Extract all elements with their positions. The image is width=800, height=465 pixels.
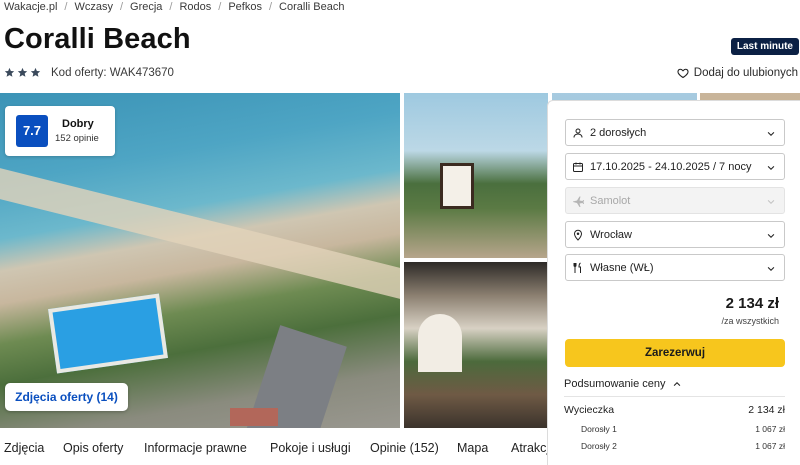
summary-value: 1 067 zł xyxy=(755,424,785,434)
summary-value: 1 067 zł xyxy=(755,441,785,451)
summary-row-trip: Wycieczka 2 134 zł xyxy=(564,404,785,416)
breadcrumb-item[interactable]: Wczasy xyxy=(74,1,113,13)
summary-label: Dorosły 1 xyxy=(581,424,617,434)
price-summary-label: Podsumowanie ceny xyxy=(564,378,666,390)
chevron-down-icon xyxy=(767,165,775,171)
heart-icon xyxy=(677,68,689,79)
breadcrumb-separator: / xyxy=(169,1,173,13)
cutlery-icon xyxy=(573,262,581,273)
summary-value: 2 134 zł xyxy=(748,404,785,416)
summary-divider xyxy=(564,396,785,397)
photo-cabana xyxy=(440,163,474,209)
breadcrumb-separator: / xyxy=(64,1,68,13)
total-price: 2 134 zł xyxy=(725,295,779,312)
star-icon xyxy=(30,67,41,77)
photo-pool xyxy=(48,293,168,374)
summary-row-adult-1: Dorosły 1 1 067 zł xyxy=(564,424,785,434)
tab-map[interactable]: Mapa xyxy=(457,441,488,455)
breadcrumb-item[interactable]: Wakacje.pl xyxy=(4,1,57,13)
summary-row-adult-2: Dorosły 2 1 067 zł xyxy=(564,441,785,451)
chevron-up-icon xyxy=(673,381,680,387)
dates-value: 17.10.2025 - 24.10.2025 / 7 nocy xyxy=(590,161,752,173)
calendar-icon xyxy=(573,162,583,172)
tab-rooms-services[interactable]: Pokoje i usługi xyxy=(270,441,351,455)
transport-value: Samolot xyxy=(590,195,631,207)
breadcrumb-current: Coralli Beach xyxy=(279,1,345,13)
tab-reviews[interactable]: Opinie (152) xyxy=(370,441,439,455)
rating-card[interactable]: 7.7 Dobry 152 opinie xyxy=(5,106,115,156)
rating-score: 7.7 xyxy=(16,115,48,147)
travelers-select[interactable]: 2 dorosłych xyxy=(565,119,785,146)
favorites-label: Dodaj do ulubionych xyxy=(693,67,798,79)
departure-value: Wrocław xyxy=(590,229,632,241)
reserve-button[interactable]: Zarezerwuj xyxy=(565,339,785,367)
chevron-down-icon xyxy=(767,266,775,272)
star-icon xyxy=(17,67,28,77)
breadcrumb-item[interactable]: Grecja xyxy=(130,1,162,13)
rating-label: Dobry xyxy=(62,118,94,130)
star-rating xyxy=(4,67,41,78)
location-pin-icon xyxy=(573,229,583,241)
breadcrumb-separator: / xyxy=(218,1,222,13)
plane-icon xyxy=(573,196,584,207)
offer-code: Kod oferty: WAK473670 xyxy=(51,67,174,79)
summary-label: Wycieczka xyxy=(564,404,615,416)
tab-offer-description[interactable]: Opis oferty xyxy=(63,441,123,455)
tab-legal-info[interactable]: Informacje prawne xyxy=(144,441,247,455)
breadcrumb-item[interactable]: Rodos xyxy=(179,1,211,13)
travelers-value: 2 dorosłych xyxy=(590,127,647,139)
breadcrumb-item[interactable]: Pefkos xyxy=(228,1,262,13)
departure-select[interactable]: Wrocław xyxy=(565,221,785,248)
page-title: Coralli Beach xyxy=(4,23,191,55)
person-icon xyxy=(573,128,583,138)
star-icon xyxy=(4,67,15,77)
chevron-down-icon xyxy=(767,131,775,137)
rating-count: 152 opinie xyxy=(55,133,99,144)
breadcrumb-separator: / xyxy=(268,1,273,13)
transport-select: Samolot xyxy=(565,187,785,214)
photo-roof xyxy=(230,408,278,426)
booking-panel: 2 dorosłych 17.10.2025 - 24.10.2025 / 7 … xyxy=(547,100,800,465)
add-to-favorites-button[interactable]: Dodaj do ulubionych xyxy=(677,67,798,79)
board-value: Własne (WŁ) xyxy=(590,262,654,274)
price-summary-toggle[interactable]: Podsumowanie ceny xyxy=(564,378,682,390)
summary-label: Dorosły 2 xyxy=(581,441,617,451)
breadcrumb: Wakacje.pl / Wczasy / Grecja / Rodos / Pefkos / Co… xyxy=(4,1,344,13)
breadcrumb-separator: / xyxy=(119,1,124,13)
offer-photos-button[interactable]: Zdjęcia oferty (14) xyxy=(5,383,128,411)
gallery-photo-restaurant[interactable] xyxy=(404,262,548,428)
board-select[interactable]: Własne (WŁ) xyxy=(565,254,785,281)
chevron-down-icon xyxy=(767,199,775,205)
dates-select[interactable]: 17.10.2025 - 24.10.2025 / 7 nocy xyxy=(565,153,785,180)
tab-photos[interactable]: Zdjęcia xyxy=(4,441,44,455)
last-minute-badge: Last minute xyxy=(730,38,799,55)
price-note: /za wszystkich xyxy=(721,316,779,326)
chevron-down-icon xyxy=(767,233,775,239)
photo-arch xyxy=(418,314,462,372)
photo-beach xyxy=(0,165,400,307)
gallery-photo-cabanas[interactable] xyxy=(404,93,548,258)
